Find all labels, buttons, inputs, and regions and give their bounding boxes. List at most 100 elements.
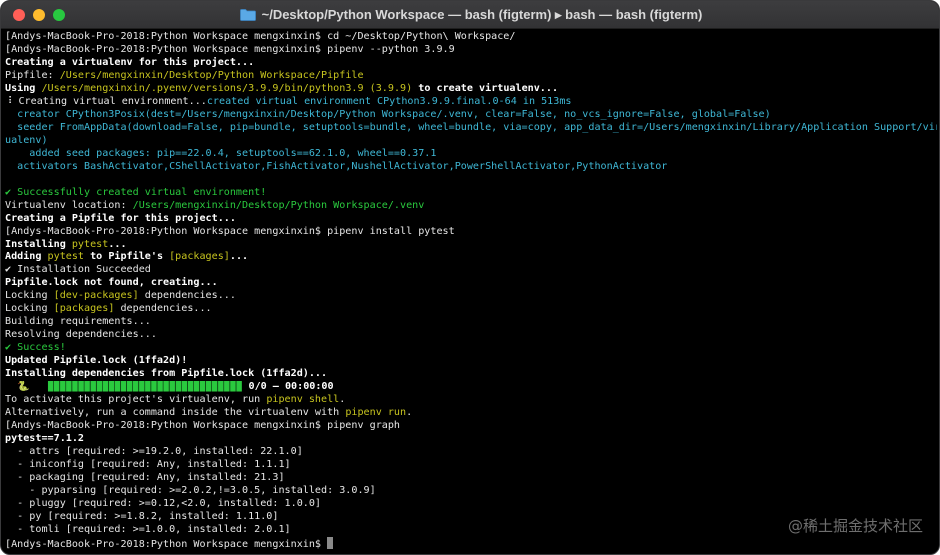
terminal-line: Pipfile.lock not found, creating... xyxy=(5,277,937,290)
terminal-line: [Andys-MacBook-Pro-2018:Python Workspace… xyxy=(5,536,937,550)
terminal-line: Virtualenv location: /Users/mengxinxin/D… xyxy=(5,200,937,213)
terminal-text: [Andys-MacBook-Pro-2018:Python Workspace… xyxy=(5,225,455,237)
terminal-output[interactable]: [Andys-MacBook-Pro-2018:Python Workspace… xyxy=(1,31,939,554)
terminal-text: 0/0 — xyxy=(242,381,285,393)
watermark: @稀土掘金技术社区 xyxy=(787,517,923,535)
terminal-text: ... xyxy=(229,251,249,263)
terminal-line: added seed packages: pip==22.0.4, setupt… xyxy=(5,148,937,161)
terminal-text: Alternatively, run a command inside the … xyxy=(5,407,346,419)
terminal-text: [Andys-MacBook-Pro-2018:Python Workspace… xyxy=(5,538,328,550)
window-title: ~/Desktop/Python Workspace — bash (figte… xyxy=(261,7,703,22)
terminal-text: pipenv run xyxy=(345,407,407,419)
terminal-line: Creating a Pipfile for this project... xyxy=(5,213,937,226)
terminal-text: ✔ Success! xyxy=(5,342,66,354)
terminal-text: ⠸ Creating virtual environment... xyxy=(5,95,207,107)
terminal-line: creator CPython3Posix(dest=/Users/mengxi… xyxy=(5,109,937,122)
terminal-text: Creating a virtualenv for this project..… xyxy=(5,56,255,68)
terminal-text: Locking xyxy=(5,290,54,302)
terminal-text: [Andys-MacBook-Pro-2018:Python Workspace… xyxy=(5,31,516,42)
terminal-text: - pyparsing [required: >=2.0.2,!=3.0.5, … xyxy=(5,484,376,496)
terminal-text: (3.9.9) xyxy=(363,82,413,94)
terminal-text: 🐍 xyxy=(5,381,48,393)
terminal-text: [Andys-MacBook-Pro-2018:Python Workspace… xyxy=(5,420,401,432)
terminal-line: Creating a virtualenv for this project..… xyxy=(5,57,937,70)
terminal-text: [packages] xyxy=(169,251,230,263)
terminal-text: creator CPython3Posix(dest=/Users/mengxi… xyxy=(5,108,771,120)
terminal-line: Installing pytest... xyxy=(5,239,937,252)
terminal-text: to Pipfile's xyxy=(84,251,170,263)
terminal-line: Updated Pipfile.lock (1ffa2d)! xyxy=(5,355,937,368)
terminal-line: [Andys-MacBook-Pro-2018:Python Workspace… xyxy=(5,226,937,239)
terminal-text: Updated Pipfile.lock (1ffa2d)! xyxy=(5,355,188,367)
terminal-line: - attrs [required: >=19.2.0, installed: … xyxy=(5,446,937,459)
terminal-text: pytest xyxy=(47,251,85,263)
terminal-line: seeder FromAppData(download=False, pip=b… xyxy=(5,122,937,135)
terminal-line: ⠸ Creating virtual environment...created… xyxy=(5,96,937,109)
terminal-text: Building requirements... xyxy=(5,316,151,328)
terminal-line: To activate this project's virtualenv, r… xyxy=(5,394,937,407)
terminal-line: [Andys-MacBook-Pro-2018:Python Workspace… xyxy=(5,44,937,57)
terminal-text: - tomli [required: >=1.0.0, installed: 2… xyxy=(5,523,291,535)
terminal-text: ▉▉▉▉▉▉▉▉▉▉▉▉▉▉▉▉▉▉▉▉▉▉▉▉▉▉▉▉▉▉▉▉ xyxy=(47,381,243,393)
terminal-line: Pipfile: /Users/mengxinxin/Desktop/Pytho… xyxy=(5,70,937,83)
terminal-text: [dev-packages] xyxy=(53,290,139,302)
terminal-text: dependencies... xyxy=(138,290,236,302)
folder-icon xyxy=(239,9,256,21)
terminal-line: - pluggy [required: >=0.12,<2.0, install… xyxy=(5,498,937,511)
terminal-line: [Andys-MacBook-Pro-2018:Python Workspace… xyxy=(5,31,937,44)
terminal-text: Locking xyxy=(5,303,54,315)
terminal-text: activators BashActivator,CShellActivator… xyxy=(5,160,668,172)
terminal-line: Locking [packages] dependencies... xyxy=(5,303,937,316)
terminal-text: Using xyxy=(5,82,42,94)
terminal-line: [Andys-MacBook-Pro-2018:Python Workspace… xyxy=(5,420,937,433)
terminal-text: ✔ Successfully created virtual environme… xyxy=(5,186,267,198)
title-bar[interactable]: ~/Desktop/Python Workspace — bash (figte… xyxy=(1,1,939,29)
terminal-text: To activate this project's virtualenv, r… xyxy=(5,394,267,406)
terminal-text: seeder FromAppData(download=False, pip=b… xyxy=(5,121,937,133)
terminal-text: Virtualenv location: xyxy=(5,199,133,211)
terminal-text: - attrs [required: >=19.2.0, installed: … xyxy=(5,446,303,457)
terminal-text: . xyxy=(339,394,346,406)
terminal-text: ualenv) xyxy=(5,134,48,146)
terminal-window: ~/Desktop/Python Workspace — bash (figte… xyxy=(0,0,940,555)
terminal-text: Pipfile: xyxy=(5,69,60,81)
window-title-container: ~/Desktop/Python Workspace — bash (figte… xyxy=(1,1,939,29)
terminal-text: - packaging [required: Any, installed: 2… xyxy=(5,471,285,483)
terminal-line: ✔ Success! xyxy=(5,342,937,355)
terminal-line: Building requirements... xyxy=(5,316,937,329)
terminal-line: ualenv) xyxy=(5,135,937,148)
terminal-text: - py [required: >=1.8.2, installed: 1.11… xyxy=(5,510,279,522)
terminal-text: pipenv shell xyxy=(266,394,340,406)
terminal-text: ... xyxy=(108,238,127,250)
terminal-line: activators BashActivator,CShellActivator… xyxy=(5,161,937,174)
terminal-text: - iniconfig [required: Any, installed: 1… xyxy=(5,458,291,470)
terminal-line: Locking [dev-packages] dependencies... xyxy=(5,290,937,303)
terminal-text: Installing xyxy=(5,238,72,250)
terminal-line: - pyparsing [required: >=2.0.2,!=3.0.5, … xyxy=(5,485,937,498)
terminal-text: Creating a Pipfile for this project... xyxy=(5,212,236,224)
terminal-text: pytest xyxy=(71,238,109,250)
terminal-text: [Andys-MacBook-Pro-2018:Python Workspace… xyxy=(5,43,455,55)
terminal-text: [packages] xyxy=(53,303,115,315)
terminal-text: /Users/mengxinxin/.pyenv/versions/3.9.9/… xyxy=(41,82,364,94)
terminal-text: /Users/mengxinxin/Desktop/Python Workspa… xyxy=(132,199,425,211)
terminal-line: - iniconfig [required: Any, installed: 1… xyxy=(5,459,937,472)
terminal-text: Adding xyxy=(5,251,48,263)
terminal-line: Adding pytest to Pipfile's [packages]... xyxy=(5,251,937,264)
terminal-text: Pipfile.lock not found, creating... xyxy=(5,277,218,289)
terminal-text: to create virtualenv... xyxy=(412,82,559,94)
terminal-line: Using /Users/mengxinxin/.pyenv/versions/… xyxy=(5,83,937,96)
terminal-text: pytest==7.1.2 xyxy=(5,433,85,445)
terminal-line: - packaging [required: Any, installed: 2… xyxy=(5,472,937,485)
terminal-line: Installing dependencies from Pipfile.loc… xyxy=(5,368,937,381)
terminal-text: /Users/mengxinxin/Desktop/Python Workspa… xyxy=(59,69,364,81)
terminal-text: . xyxy=(406,407,413,419)
terminal-text: ✔ Installation Succeeded xyxy=(5,264,151,276)
terminal-line: ✔ Successfully created virtual environme… xyxy=(5,187,937,200)
terminal-text: Installing dependencies from Pipfile.loc… xyxy=(5,368,328,380)
terminal-line: Alternatively, run a command inside the … xyxy=(5,407,937,420)
terminal-text: - pluggy [required: >=0.12,<2.0, install… xyxy=(5,497,322,509)
terminal-text: Resolving dependencies... xyxy=(5,329,157,341)
terminal-cursor xyxy=(327,536,334,549)
